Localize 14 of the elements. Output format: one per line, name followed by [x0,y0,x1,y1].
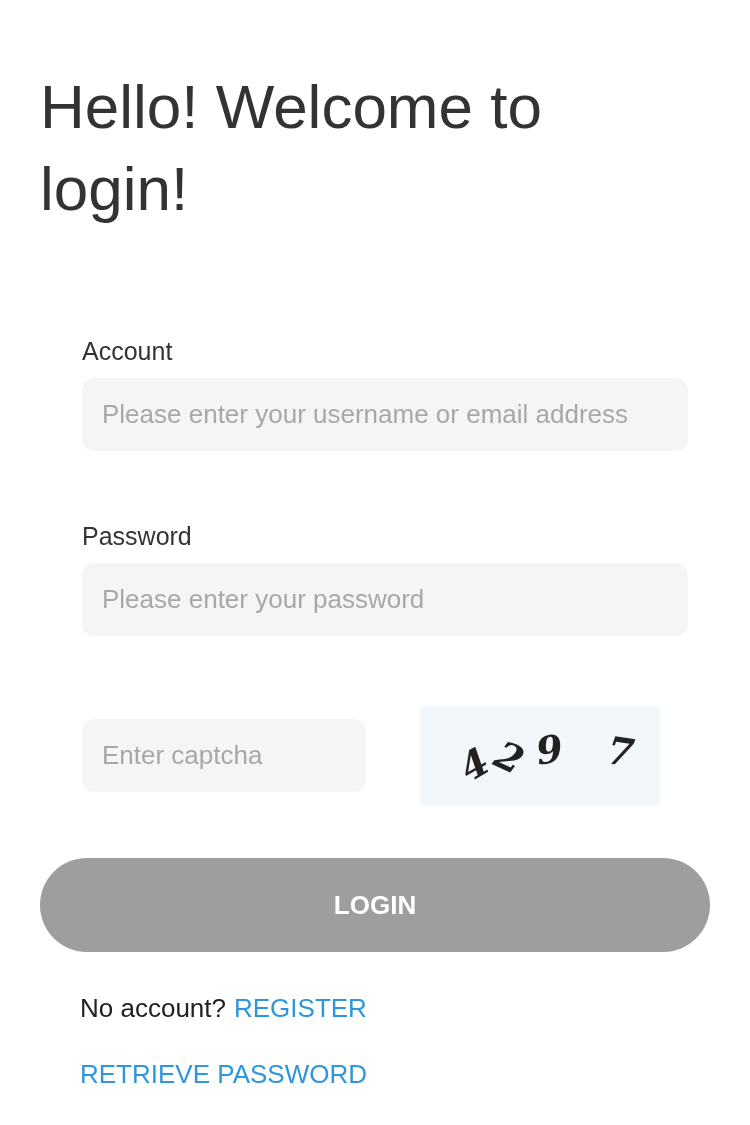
captcha-character: 9 [533,725,566,774]
login-button[interactable]: LOGIN [40,858,710,952]
input-field[interactable]: Please enter your password [82,563,688,636]
captcha-character: 7 [605,727,638,776]
field-label: Account [82,336,174,367]
captcha-field[interactable]: Enter captcha [82,719,366,792]
captcha-character: 2 [487,731,531,784]
register-prompt: No account? [80,993,226,1023]
register-link[interactable]: REGISTER [234,993,367,1023]
captcha-image[interactable]: 4 2 9 7 [420,706,660,805]
page-title: Hello! Welcome to login! [40,71,543,225]
field-label: Password [82,521,193,552]
retrieve-password-link[interactable]: RETRIEVE PASSWORD [80,1059,367,1089]
input-field[interactable]: Please enter your username or email address [82,378,688,451]
